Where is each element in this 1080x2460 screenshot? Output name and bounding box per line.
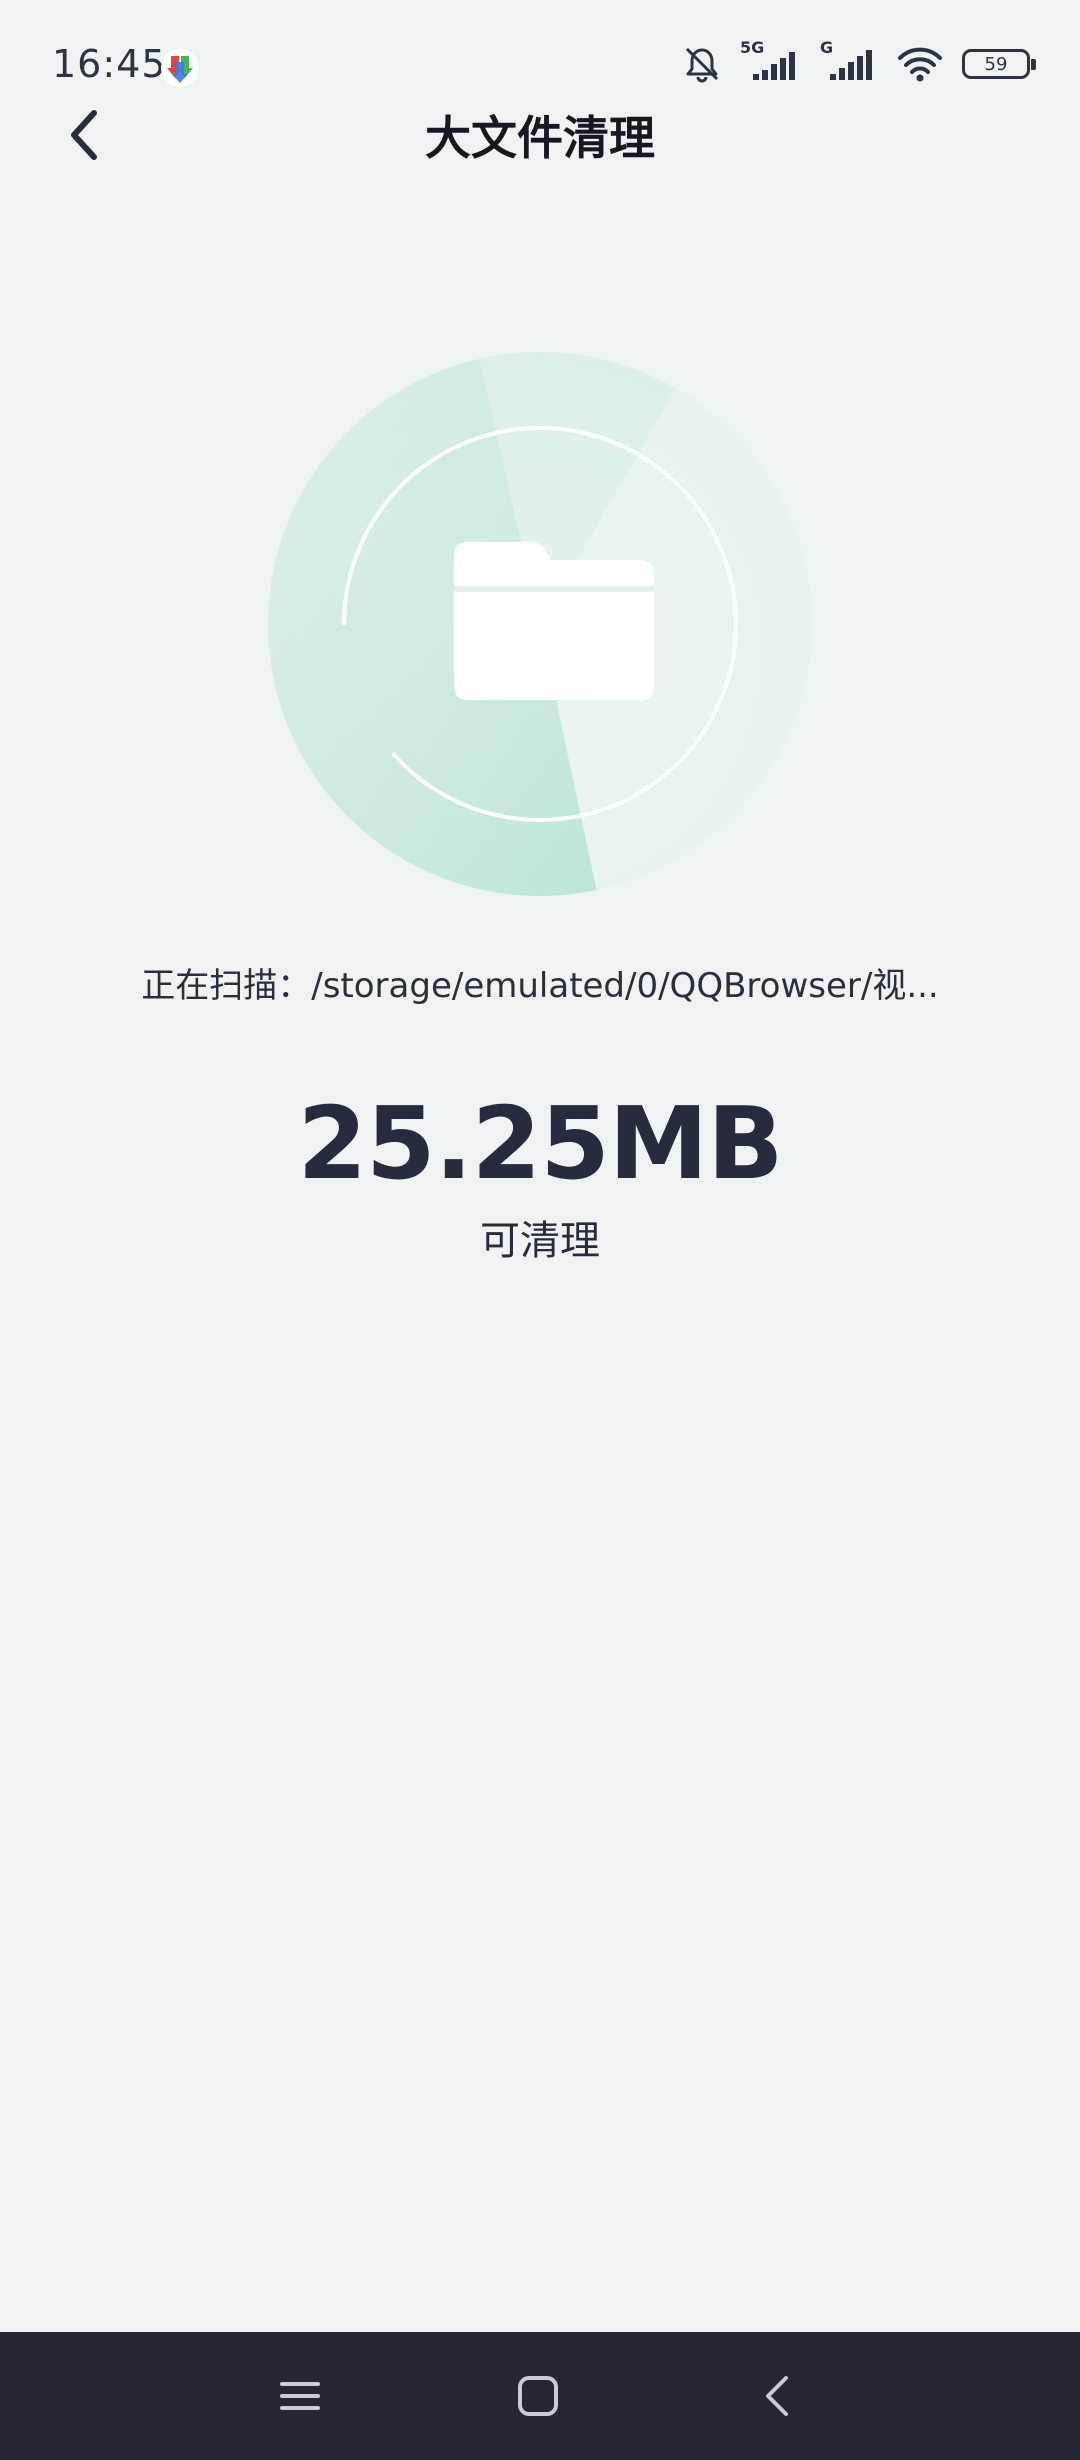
scan-path-text: 正在扫描：/storage/emulated/0/QQBrowser/视... xyxy=(141,966,939,1006)
page-title: 大文件清理 xyxy=(425,111,655,165)
status-time: 16:45 xyxy=(52,42,167,86)
cleanable-label: 可清理 xyxy=(480,1218,600,1264)
folder-icon xyxy=(454,542,654,700)
nav-menu-button[interactable] xyxy=(270,2366,330,2426)
title-bar: 大文件清理 xyxy=(0,90,1080,180)
wifi-icon xyxy=(898,47,942,82)
battery-level: 59 xyxy=(984,53,1008,75)
signal-g-icon: G xyxy=(820,38,878,84)
back-icon xyxy=(766,2376,788,2416)
nav-back-button[interactable] xyxy=(748,2366,808,2426)
home-icon xyxy=(518,2376,558,2416)
status-icons: 5G G 59 xyxy=(682,38,1036,84)
mute-bell-icon xyxy=(685,47,719,83)
download-app-icon xyxy=(160,48,200,88)
signal-5g-icon: 5G xyxy=(740,38,802,84)
nav-home-button[interactable] xyxy=(508,2366,568,2426)
scan-radar xyxy=(266,350,814,898)
cleanable-size: 25.25MB xyxy=(297,1085,783,1202)
battery-icon: 59 xyxy=(962,49,1036,79)
navigation-bar xyxy=(0,2332,1080,2460)
menu-icon xyxy=(280,2382,320,2410)
